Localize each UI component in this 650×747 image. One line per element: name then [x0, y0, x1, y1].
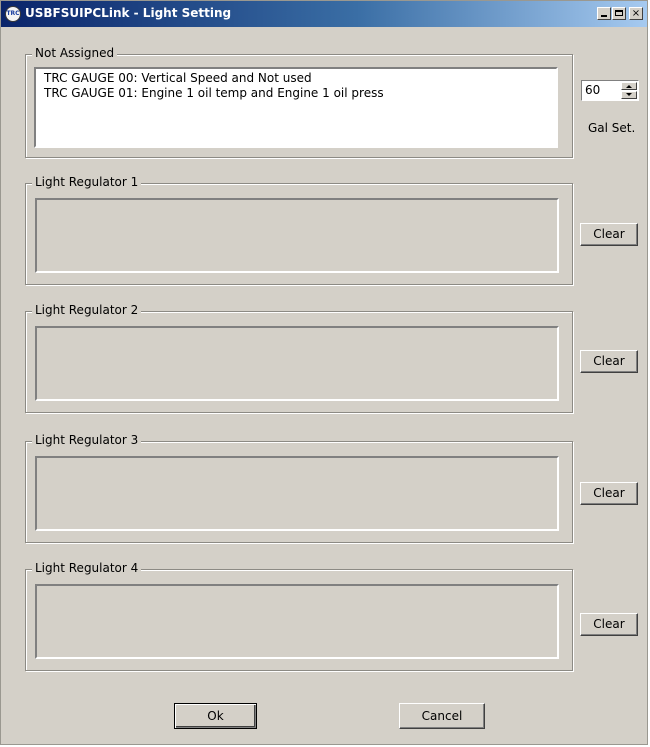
maximize-button[interactable] — [612, 7, 626, 20]
close-button[interactable]: × — [629, 7, 643, 20]
not-assigned-group: Not Assigned TRC GAUGE 00: Vertical Spee… — [25, 46, 573, 158]
cancel-button[interactable]: Cancel — [399, 703, 485, 729]
light-regulator-1-legend: Light Regulator 1 — [32, 175, 142, 189]
title-bar[interactable]: TRC USBFSUIPCLink - Light Setting × — [1, 1, 647, 27]
not-assigned-list[interactable]: TRC GAUGE 00: Vertical Speed and Not use… — [34, 67, 558, 148]
app-icon[interactable]: TRC — [5, 6, 21, 22]
clear-regulator-1-button[interactable]: Clear — [580, 223, 638, 246]
light-regulator-3-list[interactable] — [35, 456, 559, 531]
window-title: USBFSUIPCLink - Light Setting — [25, 6, 232, 20]
ok-button[interactable]: Ok — [174, 703, 257, 729]
list-item[interactable]: TRC GAUGE 00: Vertical Speed and Not use… — [36, 71, 556, 86]
clear-regulator-4-button[interactable]: Clear — [580, 613, 638, 636]
light-regulator-3-legend: Light Regulator 3 — [32, 433, 142, 447]
gal-set-label: Gal Set. — [588, 121, 636, 135]
light-regulator-1-list[interactable] — [35, 198, 559, 273]
clear-regulator-2-button[interactable]: Clear — [580, 350, 638, 373]
light-setting-window: TRC USBFSUIPCLink - Light Setting × Not … — [0, 0, 648, 745]
not-assigned-legend: Not Assigned — [32, 46, 118, 60]
gal-set-value[interactable]: 60 — [585, 83, 600, 98]
light-regulator-1-group: Light Regulator 1 — [25, 175, 573, 285]
light-regulator-2-group: Light Regulator 2 — [25, 303, 573, 413]
close-icon: × — [631, 8, 641, 19]
light-regulator-2-list[interactable] — [35, 326, 559, 401]
clear-regulator-3-button[interactable]: Clear — [580, 482, 638, 505]
light-regulator-4-legend: Light Regulator 4 — [32, 561, 142, 575]
minimize-icon — [601, 15, 607, 17]
minimize-button[interactable] — [597, 7, 611, 20]
spin-down-icon[interactable] — [621, 91, 637, 99]
light-regulator-3-group: Light Regulator 3 — [25, 433, 573, 543]
spinner-arrows — [621, 82, 637, 99]
light-regulator-4-list[interactable] — [35, 584, 559, 659]
light-regulator-2-legend: Light Regulator 2 — [32, 303, 142, 317]
spin-up-icon[interactable] — [621, 82, 637, 90]
gal-set-spinner[interactable]: 60 — [581, 80, 639, 101]
list-item[interactable]: TRC GAUGE 01: Engine 1 oil temp and Engi… — [36, 86, 556, 101]
light-regulator-4-group: Light Regulator 4 — [25, 561, 573, 671]
maximize-icon — [615, 10, 623, 16]
